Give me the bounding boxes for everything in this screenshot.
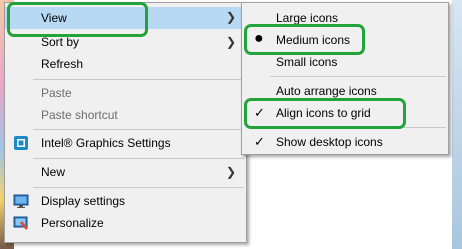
menu-separator (33, 129, 244, 130)
chevron-right-icon: ❯ (225, 165, 236, 179)
menu-item-small-icons-label: Small icons (276, 55, 338, 69)
menu-separator (33, 79, 244, 80)
menu-item-paste-label: Paste (41, 86, 72, 100)
menu-item-personalize-label: Personalize (41, 216, 104, 230)
highlight-outline-medium-icons (244, 24, 365, 55)
highlight-outline-view (7, 2, 148, 37)
menu-item-paste-shortcut[interactable]: Paste shortcut (5, 104, 246, 126)
personalize-icon (13, 216, 28, 230)
chevron-right-icon: ❯ (225, 35, 236, 49)
menu-item-display-settings[interactable]: Display settings (5, 190, 246, 212)
menu-item-sort-by-label: Sort by (41, 35, 80, 49)
menu-item-display-settings-label: Display settings (41, 194, 126, 208)
menu-item-paste-shortcut-label: Paste shortcut (41, 108, 118, 122)
highlight-outline-align-to-grid (244, 98, 406, 129)
menu-separator (33, 158, 244, 159)
desktop-context-menu: View ❯ Sort by ❯ Refresh Paste Paste sho… (4, 2, 247, 243)
menu-separator (33, 187, 244, 188)
display-settings-icon (13, 194, 29, 208)
menu-item-new[interactable]: New ❯ (5, 161, 246, 183)
menu-item-intel-graphics-label: Intel® Graphics Settings (41, 136, 171, 150)
checkmark-icon: ✓ (254, 134, 265, 149)
menu-item-show-desktop-icons[interactable]: ✓ Show desktop icons (242, 131, 448, 153)
menu-item-auto-arrange-label: Auto arrange icons (276, 84, 377, 98)
menu-item-personalize[interactable]: Personalize (5, 212, 246, 234)
menu-item-paste[interactable]: Paste (5, 82, 246, 104)
intel-graphics-icon (14, 136, 28, 150)
menu-separator (270, 76, 446, 77)
menu-item-new-label: New (41, 165, 66, 179)
menu-item-large-icons-label: Large icons (276, 11, 339, 25)
menu-item-refresh-label: Refresh (41, 57, 84, 71)
menu-item-show-desktop-icons-label: Show desktop icons (276, 135, 383, 149)
window-edge (452, 0, 462, 249)
menu-item-intel-graphics[interactable]: Intel® Graphics Settings (5, 132, 246, 154)
chevron-right-icon: ❯ (225, 10, 236, 24)
menu-item-refresh[interactable]: Refresh (5, 53, 246, 75)
